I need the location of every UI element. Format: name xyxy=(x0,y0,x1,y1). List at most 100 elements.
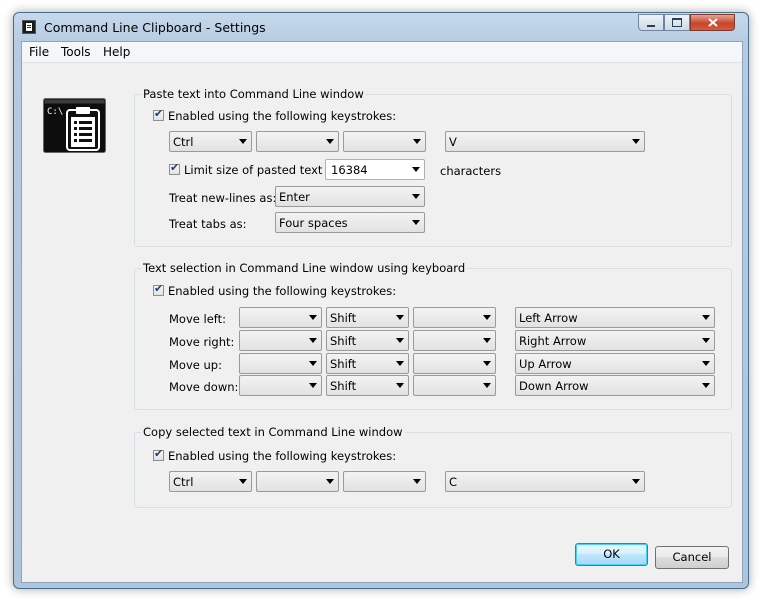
move-down-key-1-dropdown[interactable] xyxy=(239,375,322,396)
dropdown-value: Left Arrow xyxy=(519,311,578,325)
selection-group-label: Text selection in Command Line window us… xyxy=(141,261,468,275)
dropdown-value: Up Arrow xyxy=(519,357,572,371)
selection-enabled-checkbox[interactable]: ✔ xyxy=(153,283,164,296)
checkmark-icon: ✔ xyxy=(170,161,180,174)
move-left-key-1-dropdown[interactable] xyxy=(239,307,322,328)
copy-key-3-dropdown[interactable] xyxy=(343,471,426,492)
copy-group: Copy selected text in Command Line windo… xyxy=(134,425,732,508)
newlines-label: Treat new-lines as: xyxy=(169,191,277,205)
chevron-down-icon xyxy=(309,361,317,366)
limit-size-value: 16384 xyxy=(331,163,368,177)
minimize-icon xyxy=(647,24,655,27)
selection-group: Text selection in Command Line window us… xyxy=(134,261,732,410)
chevron-down-icon xyxy=(483,361,491,366)
paste-group-label: Paste text into Command Line window xyxy=(141,87,366,101)
dialog-client-area: File Tools Help C:\ Paste text into Comm… xyxy=(21,41,743,583)
chevron-down-icon xyxy=(483,383,491,388)
newlines-dropdown[interactable]: Enter xyxy=(275,186,425,207)
logo-prompt: C:\ xyxy=(47,107,63,117)
dropdown-value: Shift xyxy=(330,311,357,325)
chevron-down-icon xyxy=(396,361,404,366)
chevron-down-icon xyxy=(412,167,420,172)
copy-enabled-label: Enabled using the following keystrokes: xyxy=(168,449,397,463)
copy-group-label: Copy selected text in Command Line windo… xyxy=(141,425,405,439)
title-bar[interactable]: Command Line Clipboard - Settings xyxy=(14,13,748,41)
chevron-down-icon xyxy=(702,338,710,343)
menu-tools[interactable]: Tools xyxy=(61,45,91,59)
checkmark-icon: ✔ xyxy=(154,447,164,460)
chevron-down-icon xyxy=(412,194,420,199)
move-left-key-3-dropdown[interactable] xyxy=(413,307,496,328)
ok-button[interactable]: OK xyxy=(575,543,648,566)
limit-size-checkbox[interactable]: ✔ xyxy=(169,161,180,175)
paste-key-4-dropdown[interactable]: V xyxy=(445,131,645,152)
dropdown-value: Shift xyxy=(330,334,357,348)
paste-group: Paste text into Command Line window ✔ En… xyxy=(134,87,732,247)
menu-help[interactable]: Help xyxy=(103,45,130,59)
paste-key-2-dropdown[interactable] xyxy=(256,131,339,152)
checkmark-icon: ✔ xyxy=(154,107,164,120)
cancel-button[interactable]: Cancel xyxy=(655,546,729,569)
paste-enabled-label: Enabled using the following keystrokes: xyxy=(168,109,397,123)
move-up-key-4-dropdown[interactable]: Up Arrow xyxy=(515,353,715,374)
copy-key-4-dropdown[interactable]: C xyxy=(445,471,645,492)
move-right-key-4-dropdown[interactable]: Right Arrow xyxy=(515,330,715,351)
chevron-down-icon xyxy=(702,315,710,320)
dropdown-value: V xyxy=(449,135,457,149)
chevron-down-icon xyxy=(239,479,247,484)
tabs-dropdown[interactable]: Four spaces xyxy=(275,212,425,233)
chevron-down-icon xyxy=(326,479,334,484)
move-right-key-2-dropdown[interactable]: Shift xyxy=(326,330,409,351)
dropdown-value: Right Arrow xyxy=(519,334,587,348)
limit-size-combobox[interactable]: 16384 xyxy=(325,159,425,180)
selection-enabled-label: Enabled using the following keystrokes: xyxy=(168,284,397,298)
move-up-label: Move up: xyxy=(169,358,222,372)
maximize-button[interactable] xyxy=(664,14,690,31)
move-down-key-2-dropdown[interactable]: Shift xyxy=(326,375,409,396)
chevron-down-icon xyxy=(632,139,640,144)
move-left-key-4-dropdown[interactable]: Left Arrow xyxy=(515,307,715,328)
chevron-down-icon xyxy=(396,383,404,388)
chevron-down-icon xyxy=(483,338,491,343)
dropdown-value: Shift xyxy=(330,379,357,393)
chevron-down-icon xyxy=(412,220,420,225)
dropdown-value: Four spaces xyxy=(279,216,348,230)
chevron-down-icon xyxy=(309,315,317,320)
chevron-down-icon xyxy=(702,383,710,388)
move-up-key-3-dropdown[interactable] xyxy=(413,353,496,374)
chevron-down-icon xyxy=(702,361,710,366)
limit-size-unit: characters xyxy=(440,164,502,178)
move-down-key-3-dropdown[interactable] xyxy=(413,375,496,396)
chevron-down-icon xyxy=(309,383,317,388)
move-down-key-4-dropdown[interactable]: Down Arrow xyxy=(515,375,715,396)
move-left-key-2-dropdown[interactable]: Shift xyxy=(326,307,409,328)
paste-key-3-dropdown[interactable] xyxy=(343,131,426,152)
chevron-down-icon xyxy=(239,139,247,144)
move-up-key-2-dropdown[interactable]: Shift xyxy=(326,353,409,374)
settings-window: Command Line Clipboard - Settings File T… xyxy=(13,12,749,589)
minimize-button[interactable] xyxy=(638,14,664,31)
chevron-down-icon xyxy=(483,315,491,320)
chevron-down-icon xyxy=(326,139,334,144)
close-button[interactable] xyxy=(690,14,735,31)
copy-enabled-checkbox[interactable]: ✔ xyxy=(153,447,164,461)
copy-key-2-dropdown[interactable] xyxy=(256,471,339,492)
copy-key-1-dropdown[interactable]: Ctrl xyxy=(169,471,252,492)
chevron-down-icon xyxy=(396,315,404,320)
chevron-down-icon xyxy=(413,139,421,144)
move-left-label: Move left: xyxy=(169,312,226,326)
menu-bar: File Tools Help xyxy=(22,42,742,63)
maximize-icon xyxy=(672,18,682,27)
window-title: Command Line Clipboard - Settings xyxy=(44,20,266,35)
paste-enabled-checkbox[interactable]: ✔ xyxy=(153,107,164,121)
chevron-down-icon xyxy=(632,479,640,484)
move-right-key-3-dropdown[interactable] xyxy=(413,330,496,351)
menu-file[interactable]: File xyxy=(29,45,49,59)
chevron-down-icon xyxy=(396,338,404,343)
move-down-label: Move down: xyxy=(169,380,239,394)
move-up-key-1-dropdown[interactable] xyxy=(239,353,322,374)
app-window-icon xyxy=(22,20,36,34)
close-icon xyxy=(707,18,718,27)
move-right-key-1-dropdown[interactable] xyxy=(239,330,322,351)
paste-key-1-dropdown[interactable]: Ctrl xyxy=(169,131,252,152)
